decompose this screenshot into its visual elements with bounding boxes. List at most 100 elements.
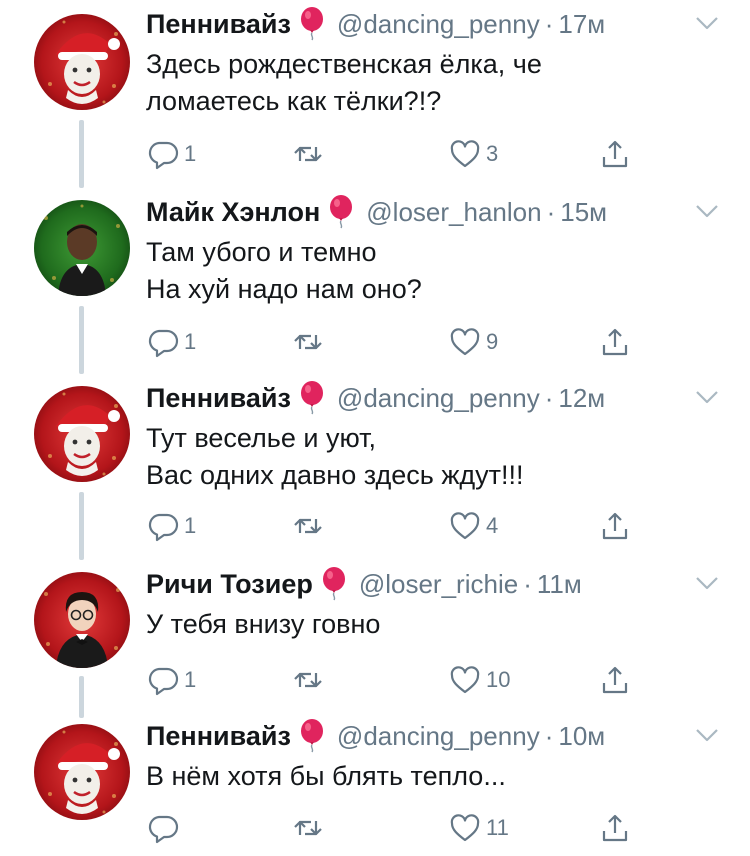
pennywise-santa-avatar-icon	[34, 724, 130, 820]
balloon-icon	[299, 381, 325, 415]
tweet-header: Пеннивайз @dancing_penny · 12м	[146, 378, 730, 418]
retweet-button[interactable]	[291, 508, 329, 544]
retweet-icon	[291, 137, 325, 171]
mike-hanlon-avatar-icon	[34, 200, 130, 296]
share-button[interactable]	[598, 324, 632, 360]
separator-dot: ·	[544, 382, 554, 413]
tweet-text: В нём хотя бы блять тепло...	[146, 758, 730, 795]
reply-icon	[146, 325, 180, 359]
reply-count: 1	[184, 141, 197, 166]
reply-count: 1	[184, 667, 197, 692]
retweet-icon	[291, 811, 325, 845]
avatar[interactable]	[34, 724, 130, 820]
avatar[interactable]	[34, 200, 130, 296]
retweet-icon	[291, 325, 325, 359]
tweet-text: Там убого и темно На хуй надо нам оно?	[146, 234, 730, 308]
tweet-text-line: На хуй надо нам оно?	[146, 274, 422, 304]
display-name[interactable]: Пеннивайз	[146, 383, 291, 414]
timestamp[interactable]: 17м	[558, 9, 605, 40]
share-button[interactable]	[598, 662, 632, 698]
chevron-down-icon[interactable]	[694, 202, 720, 220]
tweet-text-line: В нём хотя бы блять тепло...	[146, 761, 506, 791]
balloon-icon	[299, 719, 325, 753]
balloon-icon	[321, 567, 347, 601]
share-button[interactable]	[598, 136, 632, 172]
reply-button[interactable]: 1	[146, 662, 196, 698]
chevron-down-icon[interactable]	[694, 574, 720, 592]
avatar[interactable]	[34, 572, 130, 668]
reply-button[interactable]: 1	[146, 508, 196, 544]
reply-count: 1	[184, 513, 197, 538]
tweet-text: Тут веселье и уют, Вас одних давно здесь…	[146, 420, 730, 494]
timestamp[interactable]: 11м	[537, 569, 582, 600]
share-button[interactable]	[598, 810, 632, 846]
tweet-actions: 1 10	[146, 662, 636, 702]
avatar[interactable]	[34, 14, 130, 110]
share-icon	[598, 509, 632, 543]
avatar[interactable]	[34, 386, 130, 482]
tweet-text-line: У тебя внизу говно	[146, 609, 381, 639]
display-name[interactable]: Майк Хэнлон	[146, 197, 320, 228]
tweet-text-line: Там убого и темно	[146, 237, 377, 267]
tweet-text: У тебя внизу говно	[146, 606, 730, 643]
share-icon	[598, 811, 632, 845]
chevron-down-icon[interactable]	[694, 726, 720, 744]
chevron-down-icon[interactable]	[694, 14, 720, 32]
tweet-actions: 11	[146, 810, 636, 850]
heart-icon	[448, 811, 482, 845]
heart-icon	[448, 509, 482, 543]
reply-count: 1	[184, 329, 197, 354]
thread-line	[79, 306, 84, 374]
display-name[interactable]: Пеннивайз	[146, 721, 291, 752]
thread-line	[79, 676, 84, 718]
retweet-button[interactable]	[291, 662, 329, 698]
username-handle[interactable]: @dancing_penny	[337, 9, 540, 40]
username-handle[interactable]: @loser_hanlon	[366, 197, 541, 228]
timestamp[interactable]: 15м	[560, 197, 607, 228]
like-button[interactable]: 10	[448, 662, 510, 698]
reply-icon	[146, 811, 180, 845]
retweet-icon	[291, 509, 325, 543]
thread-line	[79, 492, 84, 560]
share-icon	[598, 325, 632, 359]
retweet-button[interactable]	[291, 324, 329, 360]
retweet-button[interactable]	[291, 136, 329, 172]
pennywise-santa-avatar-icon	[34, 386, 130, 482]
timestamp[interactable]: 12м	[558, 383, 605, 414]
like-button[interactable]: 3	[448, 136, 498, 172]
heart-icon	[448, 325, 482, 359]
tweet-actions: 1 9	[146, 324, 636, 364]
tweet-actions: 1 3	[146, 136, 636, 176]
display-name[interactable]: Ричи Тозиер	[146, 569, 313, 600]
share-icon	[598, 137, 632, 171]
heart-icon	[448, 137, 482, 171]
like-button[interactable]: 9	[448, 324, 498, 360]
timestamp[interactable]: 10м	[558, 721, 605, 752]
chevron-down-icon[interactable]	[694, 388, 720, 406]
reply-button[interactable]: 1	[146, 324, 196, 360]
reply-icon	[146, 137, 180, 171]
username-handle[interactable]: @loser_richie	[359, 569, 518, 600]
separator-dot: ·	[546, 196, 556, 227]
tweet-header: Майк Хэнлон @loser_hanlon · 15м	[146, 192, 730, 232]
username-handle[interactable]: @dancing_penny	[337, 721, 540, 752]
tweet-text-line: Здесь рождественская ёлка, че	[146, 49, 542, 79]
reply-button[interactable]: 1	[146, 136, 196, 172]
share-icon	[598, 663, 632, 697]
like-count: 11	[486, 815, 509, 840]
tweet-text-line: Вас одних давно здесь ждут!!!	[146, 460, 524, 490]
display-name[interactable]: Пеннивайз	[146, 9, 291, 40]
retweet-button[interactable]	[291, 810, 329, 846]
balloon-icon	[328, 195, 354, 229]
separator-dot: ·	[544, 720, 554, 751]
reply-icon	[146, 509, 180, 543]
like-button[interactable]: 11	[448, 810, 509, 846]
username-handle[interactable]: @dancing_penny	[337, 383, 540, 414]
share-button[interactable]	[598, 508, 632, 544]
heart-icon	[448, 663, 482, 697]
separator-dot: ·	[523, 568, 532, 599]
reply-button[interactable]	[146, 810, 184, 846]
tweet-text-line: ломаетесь как тёлки?!?	[146, 86, 442, 116]
like-button[interactable]: 4	[448, 508, 498, 544]
like-count: 9	[486, 329, 499, 354]
